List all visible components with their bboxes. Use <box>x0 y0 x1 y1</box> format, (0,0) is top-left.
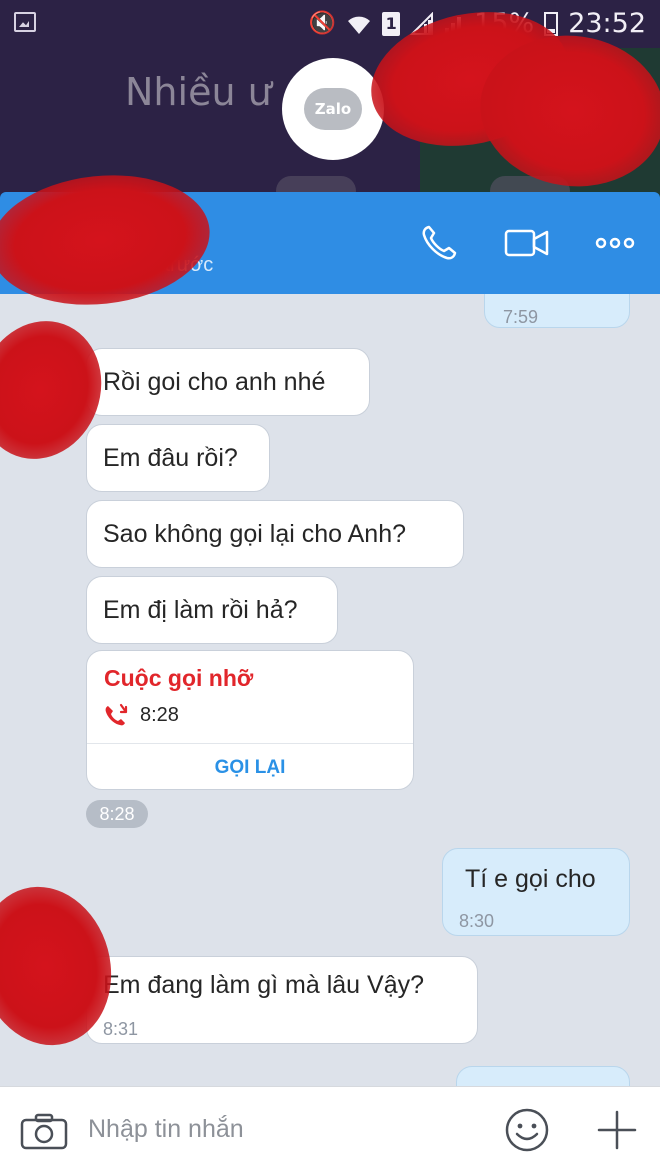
zalo-logo-text: Zalo <box>304 88 362 130</box>
more-icon <box>595 237 635 249</box>
mute-icon: 🔇 <box>308 11 337 36</box>
camera-icon[interactable] <box>20 1112 68 1150</box>
chat-header: 1 phút trước <box>0 192 660 294</box>
missed-call-card[interactable]: Cuộc gọi nhỡ 8:28 GỌI LẠI <box>86 650 414 790</box>
missed-call-icon <box>105 703 128 726</box>
phone-icon <box>422 225 457 260</box>
last-seen-status: phút trước <box>120 254 214 276</box>
battery-percent: 15% <box>474 8 535 39</box>
message-text: Rồi goi cho anh nhé <box>103 368 326 396</box>
message-input[interactable] <box>88 1109 468 1149</box>
signal-icon <box>410 11 434 35</box>
background-title: Nhiều ư <box>125 70 272 114</box>
message-time: 8:30 <box>459 911 495 931</box>
call-back-button[interactable]: GỌI LẠI <box>87 744 413 789</box>
status-bar-right: 🔇 1 15% 23:52 <box>309 8 646 39</box>
message-text: Em đị làm rồi hả? <box>103 596 298 624</box>
sent-message-bubble[interactable]: 7:59 <box>484 294 630 328</box>
sent-message-bubble[interactable] <box>456 1066 630 1086</box>
missed-call-title: Cuộc gọi nhỡ <box>104 665 254 691</box>
message-text: Em đâu rồi? <box>103 444 238 472</box>
clock: 23:52 <box>568 8 646 39</box>
background-card: Nhiều ư Zalo <box>0 48 660 200</box>
contact-name[interactable]: 1 <box>70 216 85 244</box>
received-message-bubble[interactable]: Sao không gọi lại cho Anh? <box>86 500 464 568</box>
sim-badge: 1 <box>382 11 401 36</box>
message-input-bar <box>0 1086 660 1173</box>
plus-icon[interactable] <box>594 1107 640 1153</box>
wifi-icon <box>348 16 371 34</box>
received-message-bubble[interactable]: Em đâu rồi? <box>86 424 270 492</box>
chat-area[interactable]: 7:59 Rồi goi cho anh nhé Em đâu rồi? Sao… <box>0 294 660 1086</box>
status-bar: 🔇 1 15% 23:52 <box>0 0 660 48</box>
missed-call-row: 8:28 <box>104 703 179 727</box>
message-text: Tí e gọi cho <box>465 865 596 893</box>
battery-icon <box>544 11 559 36</box>
received-message-bubble[interactable]: Em đang làm gì mà lâu Vậy? 8:31 <box>86 956 478 1044</box>
emoji-icon[interactable] <box>504 1107 550 1153</box>
signal-bars-icon <box>445 16 462 34</box>
message-text: Sao không gọi lại cho Anh? <box>103 520 407 548</box>
received-message-bubble[interactable]: Rồi goi cho anh nhé <box>86 348 370 416</box>
call-button[interactable] <box>414 218 464 268</box>
video-call-icon <box>504 229 549 257</box>
video-call-button[interactable] <box>502 218 552 268</box>
received-message-bubble[interactable]: Em đị làm rồi hả? <box>86 576 338 644</box>
sent-message-bubble[interactable]: Tí e gọi cho 8:30 <box>442 848 630 936</box>
gallery-notification-icon <box>14 12 36 32</box>
message-time: 7:59 <box>503 307 539 327</box>
message-text: Em đang làm gì mà lâu Vậy? <box>103 971 424 999</box>
time-chip: 8:28 <box>86 800 148 828</box>
zalo-logo: Zalo <box>282 58 384 160</box>
more-button[interactable] <box>590 218 640 268</box>
message-time: 8:31 <box>103 1019 139 1039</box>
missed-call-time: 8:28 <box>140 703 179 726</box>
